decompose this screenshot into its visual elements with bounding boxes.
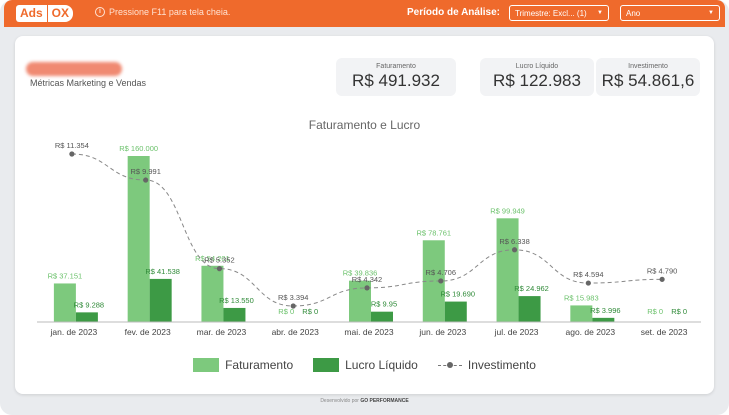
data-label-investimento: R$ 5.352: [204, 256, 234, 265]
trimestre-select[interactable]: Trimestre: Excl... (1) ▼: [509, 5, 609, 21]
data-label-investimento: R$ 4.594: [573, 270, 603, 279]
legend-line-marker-icon: [437, 360, 462, 370]
data-label-investimento: R$ 11.354: [55, 141, 89, 150]
point-investimento: [511, 247, 518, 253]
legend-label-lucro: Lucro Líquido: [345, 358, 418, 372]
data-label-faturamento: R$ 160.000: [119, 144, 158, 153]
x-tick-label: jan. de 2023: [49, 327, 97, 337]
x-tick-label: mar. de 2023: [197, 327, 247, 337]
x-tick-label: jun. de 2023: [418, 327, 466, 337]
legend-item-investimento[interactable]: Investimento: [437, 358, 536, 372]
point-investimento: [69, 151, 75, 157]
data-label-lucro: R$ 0: [302, 307, 318, 316]
data-label-investimento: R$ 4.706: [426, 268, 456, 277]
bar-faturamento: [496, 218, 519, 322]
dashboard-frame: Ads OX i Pressione F11 para tela cheia. …: [0, 0, 729, 415]
x-tick-label: fev. de 2023: [125, 327, 171, 337]
bar-faturamento: [570, 305, 593, 322]
data-label-lucro: R$ 13.550: [219, 296, 254, 305]
x-tick-label: ago. de 2023: [566, 327, 616, 337]
legend-swatch-faturamento: [193, 358, 220, 372]
legend-label-faturamento: Faturamento: [225, 358, 294, 372]
data-label-faturamento: R$ 78.761: [416, 228, 451, 237]
data-label-lucro: R$ 41.538: [145, 267, 180, 276]
fullscreen-hint-text: Pressione F11 para tela cheia.: [109, 7, 231, 17]
x-tick-label: set. de 2023: [641, 327, 688, 337]
data-label-faturamento: R$ 99.949: [490, 206, 525, 215]
data-label-lucro: R$ 0: [671, 307, 687, 316]
data-label-faturamento: R$ 15.983: [564, 293, 599, 302]
bar-lucro: [444, 301, 467, 322]
top-bar: Ads OX i Pressione F11 para tela cheia. …: [4, 0, 725, 27]
fullscreen-hint: i Pressione F11 para tela cheia.: [95, 7, 230, 17]
legend-label-investimento: Investimento: [467, 358, 536, 372]
trimestre-select-value: Trimestre: Excl... (1): [515, 8, 587, 18]
chevron-down-icon: ▼: [597, 10, 603, 16]
point-investimento: [290, 303, 296, 309]
bar-faturamento: [201, 265, 224, 322]
data-label-lucro: R$ 24.962: [514, 284, 549, 293]
bar-lucro: [592, 317, 615, 322]
bar-lucro: [223, 307, 246, 322]
revenue-profit-chart: R$ 37.151 R$ 9.288 jan. de 2023 R$ 160.000 R…: [37, 141, 701, 337]
data-label-investimento: R$ 6.338: [499, 237, 529, 246]
ano-select-value: Ano: [626, 8, 641, 18]
point-investimento: [659, 276, 665, 282]
legend-item-lucro[interactable]: Lucro Líquido: [313, 358, 418, 372]
data-label-investimento: R$ 4.342: [352, 275, 382, 284]
bar-lucro: [518, 296, 541, 322]
data-label-investimento: R$ 3.394: [278, 293, 308, 302]
info-icon: i: [95, 7, 105, 17]
chart-legend: Faturamento Lucro Líquido Investimento: [15, 358, 714, 372]
x-tick-label: abr. de 2023: [272, 327, 320, 337]
data-label-lucro: R$ 3.996: [590, 306, 620, 315]
bar-lucro: [149, 278, 172, 322]
data-label-investimento: R$ 9.991: [130, 167, 160, 176]
chevron-down-icon: ▼: [708, 10, 714, 16]
logo-ox-text: OX: [46, 5, 74, 22]
data-label-lucro: R$ 9.95: [371, 300, 397, 309]
point-investimento: [216, 266, 223, 272]
point-investimento: [364, 285, 370, 291]
adsox-logo: Ads OX: [16, 5, 74, 22]
footer-brand: GO PERFORMANCE: [360, 398, 409, 404]
data-label-faturamento: R$ 0: [647, 307, 663, 316]
point-investimento: [143, 177, 149, 183]
legend-swatch-lucro: [313, 358, 340, 372]
bar-lucro: [371, 311, 393, 322]
bar-lucro: [75, 312, 98, 322]
point-investimento: [438, 278, 444, 284]
report-card: Métricas Marketing e Vendas Faturamento …: [15, 36, 714, 394]
data-label-faturamento: R$ 0: [278, 307, 294, 316]
bar-faturamento: [53, 283, 76, 322]
period-label: Período de Análise:: [407, 7, 500, 18]
x-tick-label: mai. de 2023: [344, 327, 393, 337]
legend-item-faturamento[interactable]: Faturamento: [193, 358, 293, 372]
point-investimento: [585, 280, 591, 286]
footer-credit: Desenvolvido por GO PERFORMANCE: [0, 398, 729, 404]
data-label-investimento: R$ 4.790: [647, 266, 677, 275]
data-label-lucro: R$ 9.288: [74, 300, 104, 309]
footer-prefix: Desenvolvido por: [320, 398, 359, 404]
data-label-lucro: R$ 19.690: [440, 290, 475, 299]
ano-select[interactable]: Ano ▼: [620, 5, 720, 21]
x-tick-label: jul. de 2023: [494, 327, 539, 337]
data-label-faturamento: R$ 37.151: [48, 271, 83, 280]
logo-ads-text: Ads: [16, 5, 47, 22]
